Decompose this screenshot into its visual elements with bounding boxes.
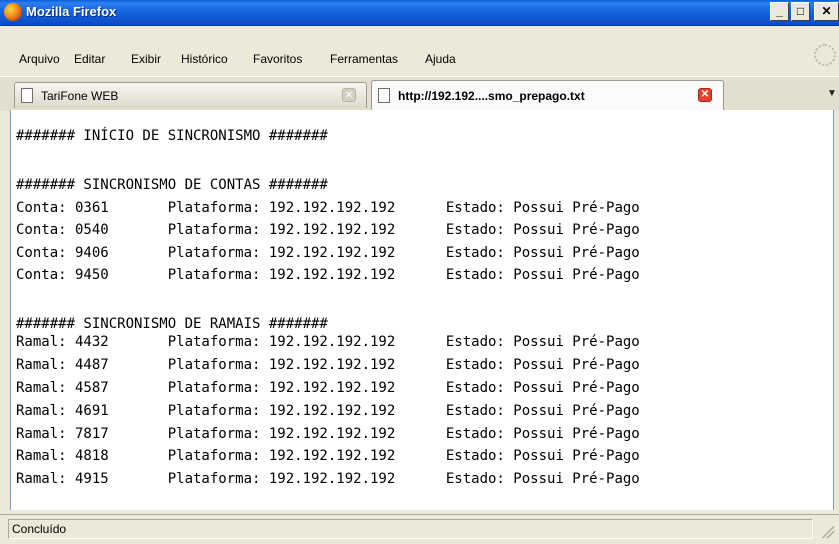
content-line: Ramal: 4915 Plataforma: 192.192.192.192 …: [16, 471, 640, 487]
content-line: Conta: 9406 Plataforma: 192.192.192.192 …: [16, 245, 640, 261]
tab-label: http://192.192....smo_prepago.txt: [398, 89, 585, 103]
tab-label: TariFone WEB: [41, 89, 119, 103]
content-line: Ramal: 4587 Plataforma: 192.192.192.192 …: [16, 380, 640, 396]
tab-close-icon[interactable]: ✕: [698, 88, 712, 102]
minimize-button[interactable]: _: [770, 2, 789, 21]
close-button[interactable]: ✕: [814, 2, 839, 21]
tab-list-arrow-icon[interactable]: ▼: [827, 88, 837, 99]
tab-close-icon[interactable]: ✕: [342, 88, 356, 102]
content-line: Ramal: 7817 Plataforma: 192.192.192.192 …: [16, 426, 640, 442]
content-line: Conta: 0361 Plataforma: 192.192.192.192 …: [16, 200, 640, 216]
page-icon: [378, 88, 390, 103]
resize-grip-icon[interactable]: [820, 524, 834, 538]
menu-exibir[interactable]: Exibir: [131, 52, 161, 66]
content-line: Ramal: 4432 Plataforma: 192.192.192.192 …: [16, 334, 640, 350]
menu-historico[interactable]: Histórico: [181, 52, 228, 66]
content-line: Conta: 9450 Plataforma: 192.192.192.192 …: [16, 267, 640, 283]
content-line: ####### INÍCIO DE SINCRONISMO #######: [16, 128, 328, 144]
content-line: ####### SINCRONISMO DE CONTAS #######: [16, 177, 328, 193]
content-line: Ramal: 4487 Plataforma: 192.192.192.192 …: [16, 357, 640, 373]
firefox-logo-icon: [4, 3, 22, 21]
content-line: Conta: 0540 Plataforma: 192.192.192.192 …: [16, 222, 640, 238]
menu-arquivo[interactable]: Arquivo: [19, 52, 60, 66]
status-panel: [8, 519, 813, 539]
status-text: Concluído: [12, 522, 67, 536]
menu-editar[interactable]: Editar: [74, 52, 105, 66]
menu-favoritos[interactable]: Favoritos: [253, 52, 302, 66]
window-title: Mozilla Firefox: [26, 4, 117, 19]
tab-tarifone[interactable]: TariFone WEB ✕: [14, 82, 367, 108]
maximize-button[interactable]: □: [791, 2, 810, 21]
menu-ferramentas[interactable]: Ferramentas: [330, 52, 398, 66]
throbber-icon: [814, 44, 836, 66]
content-line: Ramal: 4691 Plataforma: 192.192.192.192 …: [16, 403, 640, 419]
content-line: Ramal: 4818 Plataforma: 192.192.192.192 …: [16, 448, 640, 464]
page-icon: [21, 88, 33, 103]
tab-txt-file[interactable]: http://192.192....smo_prepago.txt ✕: [371, 80, 724, 110]
title-bar: [0, 0, 839, 26]
menu-ajuda[interactable]: Ajuda: [425, 52, 456, 66]
content-line: ####### SINCRONISMO DE RAMAIS #######: [16, 316, 328, 332]
